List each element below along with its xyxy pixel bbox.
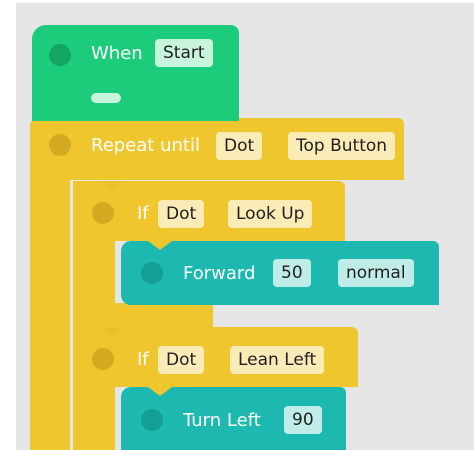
if-2-target-selector[interactable]: Dot bbox=[158, 346, 205, 374]
forward-drag-handle[interactable] bbox=[141, 262, 163, 284]
forward-label: Forward bbox=[183, 263, 256, 284]
forward-speed-selector[interactable]: normal bbox=[338, 259, 414, 287]
repeat-until-condition-selector[interactable]: Top Button bbox=[288, 132, 396, 160]
when-start-connector bbox=[91, 93, 121, 103]
forward-notch bbox=[148, 241, 172, 250]
if-2-condition-selector[interactable]: Lean Left bbox=[230, 346, 325, 374]
turn-left-drag-handle[interactable] bbox=[141, 409, 163, 431]
forward-distance-input[interactable]: 50 bbox=[273, 259, 311, 287]
if-1-target-selector[interactable]: Dot bbox=[158, 200, 205, 228]
if-2-notch bbox=[100, 327, 124, 336]
if-block-1-footer bbox=[73, 303, 213, 327]
turn-left-label: Turn Left bbox=[183, 410, 261, 431]
repeat-until-label: Repeat until bbox=[91, 135, 200, 156]
when-trigger-selector[interactable]: Start bbox=[155, 39, 213, 67]
when-start-drag-handle[interactable] bbox=[49, 44, 71, 66]
if-1-label: If bbox=[137, 203, 149, 224]
repeat-until-drag-handle[interactable] bbox=[49, 134, 71, 156]
code-canvas[interactable]: Repeat until Dot Top Button When Start I… bbox=[16, 3, 474, 450]
when-label: When bbox=[91, 43, 143, 64]
turn-left-notch bbox=[148, 387, 172, 396]
if-2-label: If bbox=[137, 349, 149, 370]
repeat-until-target-selector[interactable]: Dot bbox=[216, 132, 263, 160]
if-block-2-drag-handle[interactable] bbox=[92, 348, 114, 370]
turn-left-angle-input[interactable]: 90 bbox=[284, 406, 322, 434]
if-1-condition-selector[interactable]: Look Up bbox=[228, 200, 313, 228]
if-1-notch bbox=[100, 181, 124, 190]
if-block-1-drag-handle[interactable] bbox=[92, 202, 114, 224]
